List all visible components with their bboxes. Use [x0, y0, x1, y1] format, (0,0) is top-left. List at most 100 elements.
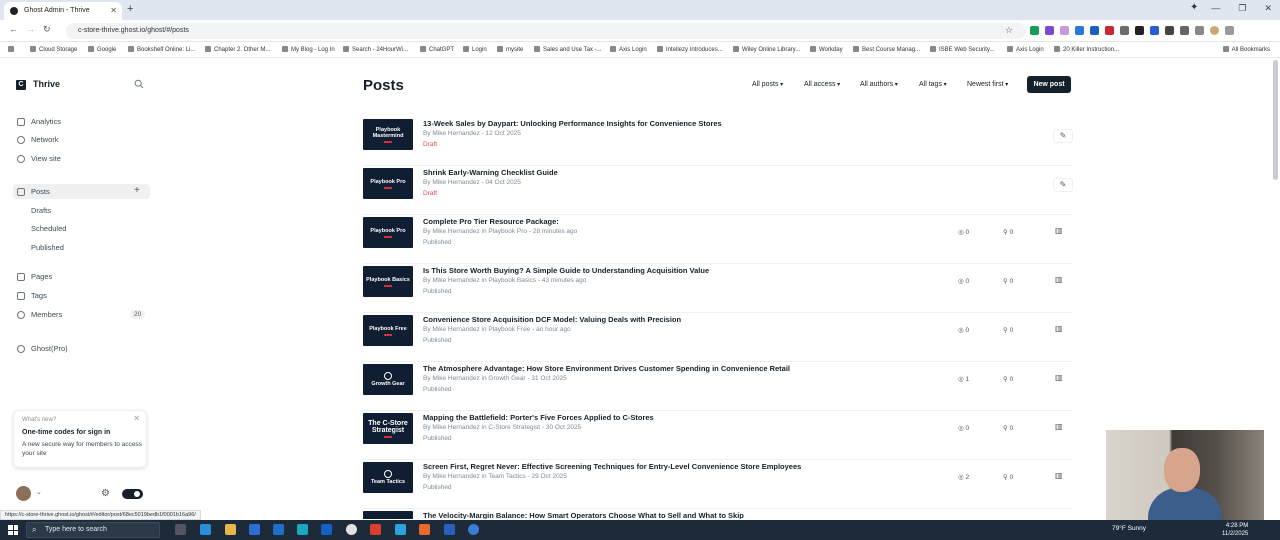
analytics-bar-icon[interactable]: ▥ [1055, 471, 1063, 480]
weather-widget[interactable]: 79°F Sunny [1112, 525, 1146, 532]
extension-icon[interactable] [1195, 26, 1204, 35]
restore-icon[interactable]: ❐ [1238, 3, 1246, 14]
bookmark-item[interactable]: ChatGPT [420, 46, 454, 53]
browser-tab[interactable]: Ghost Admin - Thrive ✕ [4, 2, 122, 20]
whats-new-card[interactable]: What's new? ✕ One-time codes for sign in… [13, 410, 147, 468]
filter-authors[interactable]: All authors [860, 81, 898, 88]
filter-sort[interactable]: Newest first [967, 81, 1008, 88]
extension-icon[interactable] [1045, 26, 1054, 35]
forward-icon[interactable]: → [26, 24, 35, 34]
extension-icon[interactable] [1165, 26, 1174, 35]
gear-icon[interactable]: ⚙ [101, 488, 110, 499]
bookmark-item[interactable]: mysite [497, 46, 523, 53]
page-scrollbar[interactable] [1273, 60, 1278, 180]
post-row[interactable]: The Velocity-Margin Balance: How Smart O… [363, 509, 1073, 519]
app-icon[interactable] [249, 524, 260, 535]
analytics-bar-icon[interactable]: ▥ [1055, 226, 1063, 235]
nav-members[interactable]: Members [17, 310, 62, 319]
bookmark-star-icon[interactable]: ☆ [1005, 25, 1013, 36]
bookmark-item[interactable]: 20 Killer Instruction... [1054, 46, 1119, 53]
nav-ghost-pro[interactable]: Ghost(Pro) [17, 344, 68, 353]
nav-published[interactable]: Published [31, 243, 64, 252]
post-title[interactable]: Is This Store Worth Buying? A Simple Gui… [423, 266, 709, 275]
post-row[interactable]: The C-Store Strategist Mapping the Battl… [363, 411, 1073, 460]
bookmark-item[interactable]: Google [88, 46, 116, 53]
bookmark-item[interactable]: Chapter 2. Other M... [205, 46, 270, 53]
analytics-bar-icon[interactable]: ▥ [1055, 373, 1063, 382]
post-title[interactable]: Shrink Early-Warning Checklist Guide [423, 168, 558, 177]
app-icon[interactable] [468, 524, 479, 535]
windows-start-icon[interactable] [8, 525, 18, 535]
close-window-icon[interactable]: ✕ [1264, 3, 1272, 14]
bookmark-item[interactable]: Intellezy Introduces... [657, 46, 723, 53]
extension-icon[interactable] [1135, 26, 1144, 35]
filter-tags[interactable]: All tags [919, 81, 947, 88]
post-title[interactable]: Mapping the Battlefield: Porter's Five F… [423, 413, 654, 422]
nav-network[interactable]: Network [17, 135, 59, 144]
post-row[interactable]: Playbook Free Convenience Store Acquisit… [363, 313, 1073, 362]
extension-icon[interactable] [1090, 26, 1099, 35]
site-logo[interactable]: C [16, 80, 26, 90]
minimize-icon[interactable]: — [1211, 3, 1220, 14]
post-title[interactable]: 13-Week Sales by Daypart: Unlocking Perf… [423, 119, 722, 128]
bookmark-item[interactable]: Login [463, 46, 487, 53]
nav-pages[interactable]: Pages [17, 272, 52, 281]
profile-avatar[interactable] [1210, 26, 1219, 35]
post-title[interactable]: Convenience Store Acquisition DCF Model:… [423, 315, 681, 324]
app-icon[interactable] [395, 524, 406, 535]
extension-icon[interactable] [1150, 26, 1159, 35]
post-row[interactable]: Playbook Basics Is This Store Worth Buyi… [363, 264, 1073, 313]
bookmark-item[interactable]: Best Course Manag... [853, 46, 920, 53]
user-avatar[interactable] [16, 486, 31, 501]
extension-icon[interactable] [1030, 26, 1039, 35]
apps-icon[interactable] [8, 46, 17, 53]
app-icon[interactable] [297, 524, 308, 535]
app-icon[interactable] [444, 524, 455, 535]
edit-pencil-icon[interactable]: ✎ [1053, 178, 1073, 192]
chevron-down-icon[interactable]: ⌄ [36, 488, 42, 496]
post-title[interactable]: The Velocity-Margin Balance: How Smart O… [423, 511, 744, 519]
dark-mode-toggle[interactable] [122, 489, 143, 499]
all-bookmarks-button[interactable]: All Bookmarks [1222, 46, 1270, 53]
nav-drafts[interactable]: Drafts [31, 206, 51, 215]
task-view-icon[interactable] [175, 524, 186, 535]
filter-post-type[interactable]: All posts [752, 81, 783, 88]
file-explorer-icon[interactable] [225, 524, 236, 535]
post-row[interactable]: Playbook Pro Complete Pro Tier Resource … [363, 215, 1073, 264]
reload-icon[interactable]: ↻ [43, 24, 51, 35]
nav-scheduled[interactable]: Scheduled [31, 224, 66, 233]
bookmark-item[interactable]: Bookshelf Online: Li... [128, 46, 195, 53]
close-icon[interactable]: ✕ [133, 414, 140, 423]
post-row[interactable]: Team Tactics Screen First, Regret Never:… [363, 460, 1073, 509]
post-title[interactable]: The Atmosphere Advantage: How Store Envi… [423, 364, 790, 373]
bookmark-item[interactable]: Axis Login [1007, 46, 1044, 53]
new-tab-icon[interactable]: + [127, 3, 133, 15]
taskbar-search-input[interactable]: Type here to search [26, 522, 160, 538]
nav-analytics[interactable]: Analytics [17, 117, 61, 126]
tab-close-icon[interactable]: ✕ [110, 2, 117, 20]
bookmark-item[interactable]: My Blog - Log In [282, 46, 335, 53]
edit-pencil-icon[interactable]: ✎ [1053, 129, 1073, 143]
extension-icon[interactable] [1060, 26, 1069, 35]
chrome-icon[interactable] [346, 524, 357, 535]
post-row[interactable]: Growth Gear The Atmosphere Advantage: Ho… [363, 362, 1073, 411]
nav-posts[interactable]: Posts [17, 187, 50, 196]
filter-access[interactable]: All access [804, 81, 840, 88]
site-name[interactable]: Thrive [33, 79, 60, 89]
analytics-bar-icon[interactable]: ▥ [1055, 324, 1063, 333]
bookmark-item[interactable]: ISBE Web Security... [930, 46, 994, 53]
analytics-bar-icon[interactable]: ▥ [1055, 275, 1063, 284]
bookmark-item[interactable]: Workday [810, 46, 843, 53]
nav-tags[interactable]: Tags [17, 291, 47, 300]
url-input[interactable]: c-store-thrive.ghost.io/ghost/#/posts [66, 23, 1026, 39]
post-title[interactable]: Screen First, Regret Never: Effective Sc… [423, 462, 801, 471]
extension-icon[interactable] [1120, 26, 1129, 35]
taskbar-clock[interactable]: 4:28 PM 11/2/2025 [1222, 522, 1248, 538]
new-post-plus-icon[interactable]: + [134, 185, 140, 196]
extension-icon[interactable] [1075, 26, 1084, 35]
analytics-bar-icon[interactable]: ▥ [1055, 422, 1063, 431]
app-icon[interactable] [321, 524, 332, 535]
nav-view-site[interactable]: View site [17, 154, 61, 163]
extension-plus-icon[interactable]: ✦ [1190, 2, 1198, 13]
app-icon[interactable] [370, 524, 381, 535]
